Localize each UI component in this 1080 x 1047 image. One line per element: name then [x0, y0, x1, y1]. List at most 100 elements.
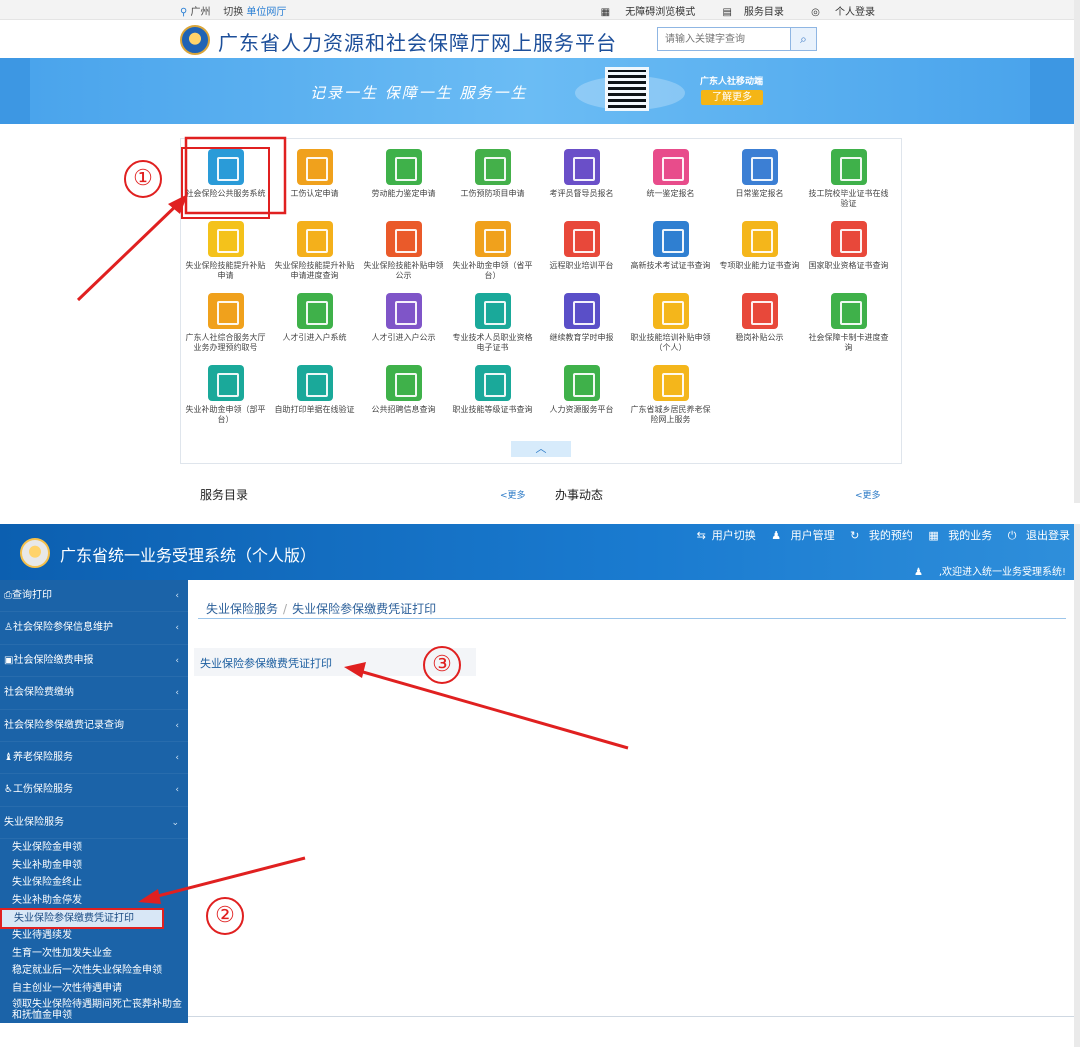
- submenu-entrepreneurship[interactable]: 自主创业一次性待遇申请: [0, 980, 188, 998]
- service-directory-link[interactable]: ▤ 服务目录: [710, 7, 783, 18]
- submenu-payment-certificate-print[interactable]: 失业保险参保缴费凭证打印: [0, 907, 164, 930]
- unit-hall-link[interactable]: 单位网厅: [246, 7, 286, 18]
- service-label: 考评员督导员报名: [549, 189, 614, 198]
- service-tile[interactable]: 失业保险技能提升补贴申请: [181, 219, 270, 291]
- accessible-icon: ▦: [600, 7, 611, 18]
- sidebar-item-payment-declaration[interactable]: ▣社会保险缴费申报 ‹: [0, 645, 188, 678]
- sidebar-item-record-query[interactable]: 社会保险参保缴费记录查询 ‹: [0, 710, 188, 742]
- service-tile[interactable]: 高新技术考试证书查询: [626, 219, 715, 291]
- submenu-subsidy-stop[interactable]: 失业补助金停发: [0, 892, 188, 910]
- service-tile[interactable]: 失业补助金申领（省平台）: [448, 219, 537, 291]
- service-tile[interactable]: 专项职业能力证书查询: [715, 219, 804, 291]
- service-tile[interactable]: 稳岗补贴公示: [715, 291, 804, 363]
- service-label: 日常鉴定报名: [735, 189, 784, 198]
- service-icon: [474, 149, 511, 185]
- my-business-link[interactable]: ▦ 我的业务: [922, 529, 992, 542]
- system-nav: ⇆ 用户切换 ♟ 用户管理 ↻ 我的预约 ▦ 我的业务 ⏻ 退出登录: [685, 527, 1070, 543]
- service-label: 工伤认定申请: [290, 189, 339, 198]
- service-tile[interactable]: 社会保障卡制卡进度查询: [804, 291, 893, 363]
- service-label: 稳岗补贴公示: [735, 333, 784, 342]
- sidebar-item-unemployment[interactable]: 失业保险服务 ⌄: [0, 806, 188, 840]
- service-tile[interactable]: 广东省城乡居民养老保险网上服务: [626, 363, 715, 435]
- service-icon: [474, 221, 511, 257]
- switch-user-link[interactable]: ⇆ 用户切换: [691, 529, 756, 542]
- service-label: 职业技能培训补贴申领（个人）: [630, 333, 711, 352]
- system-scrollbar[interactable]: [1074, 524, 1080, 1047]
- service-icon: [474, 365, 511, 401]
- more-services-link[interactable]: <更多: [500, 488, 526, 501]
- service-label: 失业补助金申领（部平台）: [185, 405, 266, 424]
- service-icon: [830, 149, 867, 185]
- service-tile[interactable]: 职业技能等级证书查询: [448, 363, 537, 435]
- service-tile[interactable]: 日常鉴定报名: [715, 147, 804, 219]
- service-tile[interactable]: 人才引进入户系统: [270, 291, 359, 363]
- service-tile[interactable]: 国家职业资格证书查询: [804, 219, 893, 291]
- search-input[interactable]: [658, 28, 790, 50]
- chevron-up-icon: ︿: [535, 442, 547, 455]
- sidebar-item-fee-payment[interactable]: 社会保险费缴纳 ‹: [0, 677, 188, 710]
- service-tile[interactable]: 广东人社综合服务大厅业务办理预约取号: [181, 291, 270, 363]
- learn-more-button[interactable]: 了解更多: [701, 90, 763, 105]
- service-icon: [296, 149, 333, 185]
- switch-city-link[interactable]: 切换: [223, 7, 243, 18]
- service-tile[interactable]: 技工院校毕业证书在线验证: [804, 147, 893, 219]
- submenu-benefit-claim[interactable]: 失业保险金申领: [0, 839, 188, 857]
- submenu-subsidy-claim[interactable]: 失业补助金申领: [0, 857, 188, 875]
- service-tile[interactable]: 劳动能力鉴定申请: [359, 147, 448, 219]
- payment-certificate-print-link[interactable]: 失业保险参保缴费凭证打印: [200, 655, 332, 671]
- service-tile[interactable]: 人力资源服务平台: [537, 363, 626, 435]
- sidebar-item-pension[interactable]: ♝养老保险服务 ‹: [0, 742, 188, 775]
- site-title: 广东省人力资源和社会保障厅网上服务平台: [218, 31, 617, 55]
- user-manage-link[interactable]: ♟ 用户管理: [765, 529, 834, 542]
- service-tile[interactable]: 人才引进入户公示: [359, 291, 448, 363]
- banner-inner: 记录一生 保障一生 服务一生 广东人社移动端 了解更多: [30, 58, 1030, 124]
- submenu-maternity-bonus[interactable]: 生育一次性加发失业金: [0, 945, 188, 963]
- submenu-funeral-subsidy[interactable]: 领取失业保险待遇期间死亡丧葬补助金和抚恤金申领: [0, 997, 188, 1023]
- service-label: 专项职业能力证书查询: [719, 261, 800, 270]
- service-tile[interactable]: 远程职业培训平台: [537, 219, 626, 291]
- accessible-mode-link[interactable]: ▦ 无障碍浏览模式: [589, 7, 696, 18]
- service-tile[interactable]: 统一鉴定报名: [626, 147, 715, 219]
- service-icon: [207, 149, 244, 185]
- service-label: 远程职业培训平台: [549, 261, 614, 270]
- service-tile[interactable]: 专业技术人员职业资格电子证书: [448, 291, 537, 363]
- service-label: 自助打印单据在线验证: [274, 405, 355, 414]
- system-header: 广东省统一业务受理系统（个人版） ⇆ 用户切换 ♟ 用户管理 ↻ 我的预约 ▦ 我…: [0, 524, 1080, 580]
- breadcrumb-unemployment[interactable]: 失业保险服务: [206, 602, 278, 616]
- service-tile[interactable]: 失业保险技能提升补贴申请进度查询: [270, 219, 359, 291]
- collapse-button[interactable]: ︿: [511, 441, 571, 457]
- logout-link[interactable]: ⏻ 退出登录: [1002, 529, 1070, 542]
- main-content: 失业保险服务 / 失业保险参保缴费凭证打印 失业保险参保缴费凭证打印: [188, 580, 1080, 1020]
- service-tile[interactable]: 工伤认定申请: [270, 147, 359, 219]
- service-tile[interactable]: 继续教育学时申报: [537, 291, 626, 363]
- sidebar: ⎙查询打印 ‹ ♙社会保险参保信息维护 ‹ ▣社会保险缴费申报 ‹ 社会保险费缴纳 ‹ …: [0, 580, 188, 1024]
- login-link[interactable]: ◎ 个人登录: [799, 7, 875, 18]
- submenu-stable-employment[interactable]: 稳定就业后一次性失业保险金申领: [0, 962, 188, 980]
- service-grid: 社会保险公共服务系统 工伤认定申请 劳动能力鉴定申请 工伤预防项目申请 考评员督导员报名…: [181, 147, 901, 435]
- banner-slogan: 记录一生 保障一生 服务一生: [310, 84, 528, 102]
- more-news-link[interactable]: <更多: [855, 488, 881, 501]
- service-label: 技工院校毕业证书在线验证: [808, 189, 889, 208]
- portal-scrollbar[interactable]: [1074, 0, 1080, 503]
- my-appointments-link[interactable]: ↻ 我的预约: [844, 529, 913, 542]
- service-tile[interactable]: 自助打印单据在线验证: [270, 363, 359, 435]
- service-tile[interactable]: 失业补助金申领（部平台）: [181, 363, 270, 435]
- search-button[interactable]: ⌕: [790, 28, 816, 50]
- service-tile[interactable]: 社会保险公共服务系统: [181, 147, 270, 219]
- service-icon: [563, 149, 600, 185]
- sidebar-item-query-print[interactable]: ⎙查询打印 ‹: [0, 580, 188, 613]
- sidebar-item-injury[interactable]: ♿工伤保险服务 ‹: [0, 774, 188, 807]
- service-icon: [474, 293, 511, 329]
- service-tile[interactable]: 公共招聘信息查询: [359, 363, 448, 435]
- service-tile[interactable]: 工伤预防项目申请: [448, 147, 537, 219]
- service-label: 继续教育学时申报: [549, 333, 614, 342]
- search-box: ⌕: [657, 27, 817, 51]
- submenu-benefit-terminate[interactable]: 失业保险金终止: [0, 874, 188, 892]
- service-tile[interactable]: 失业保险技能补贴申领公示: [359, 219, 448, 291]
- service-tile[interactable]: 职业技能培训补贴申领（个人）: [626, 291, 715, 363]
- utility-links: ▦ 无障碍浏览模式 ▤ 服务目录 ◎ 个人登录: [577, 3, 875, 18]
- service-tile[interactable]: 考评员督导员报名: [537, 147, 626, 219]
- chevron-down-icon: ⌄: [171, 817, 179, 828]
- submenu-benefit-continue[interactable]: 失业待遇续发: [0, 927, 188, 945]
- sidebar-item-insurance-info[interactable]: ♙社会保险参保信息维护 ‹: [0, 612, 188, 645]
